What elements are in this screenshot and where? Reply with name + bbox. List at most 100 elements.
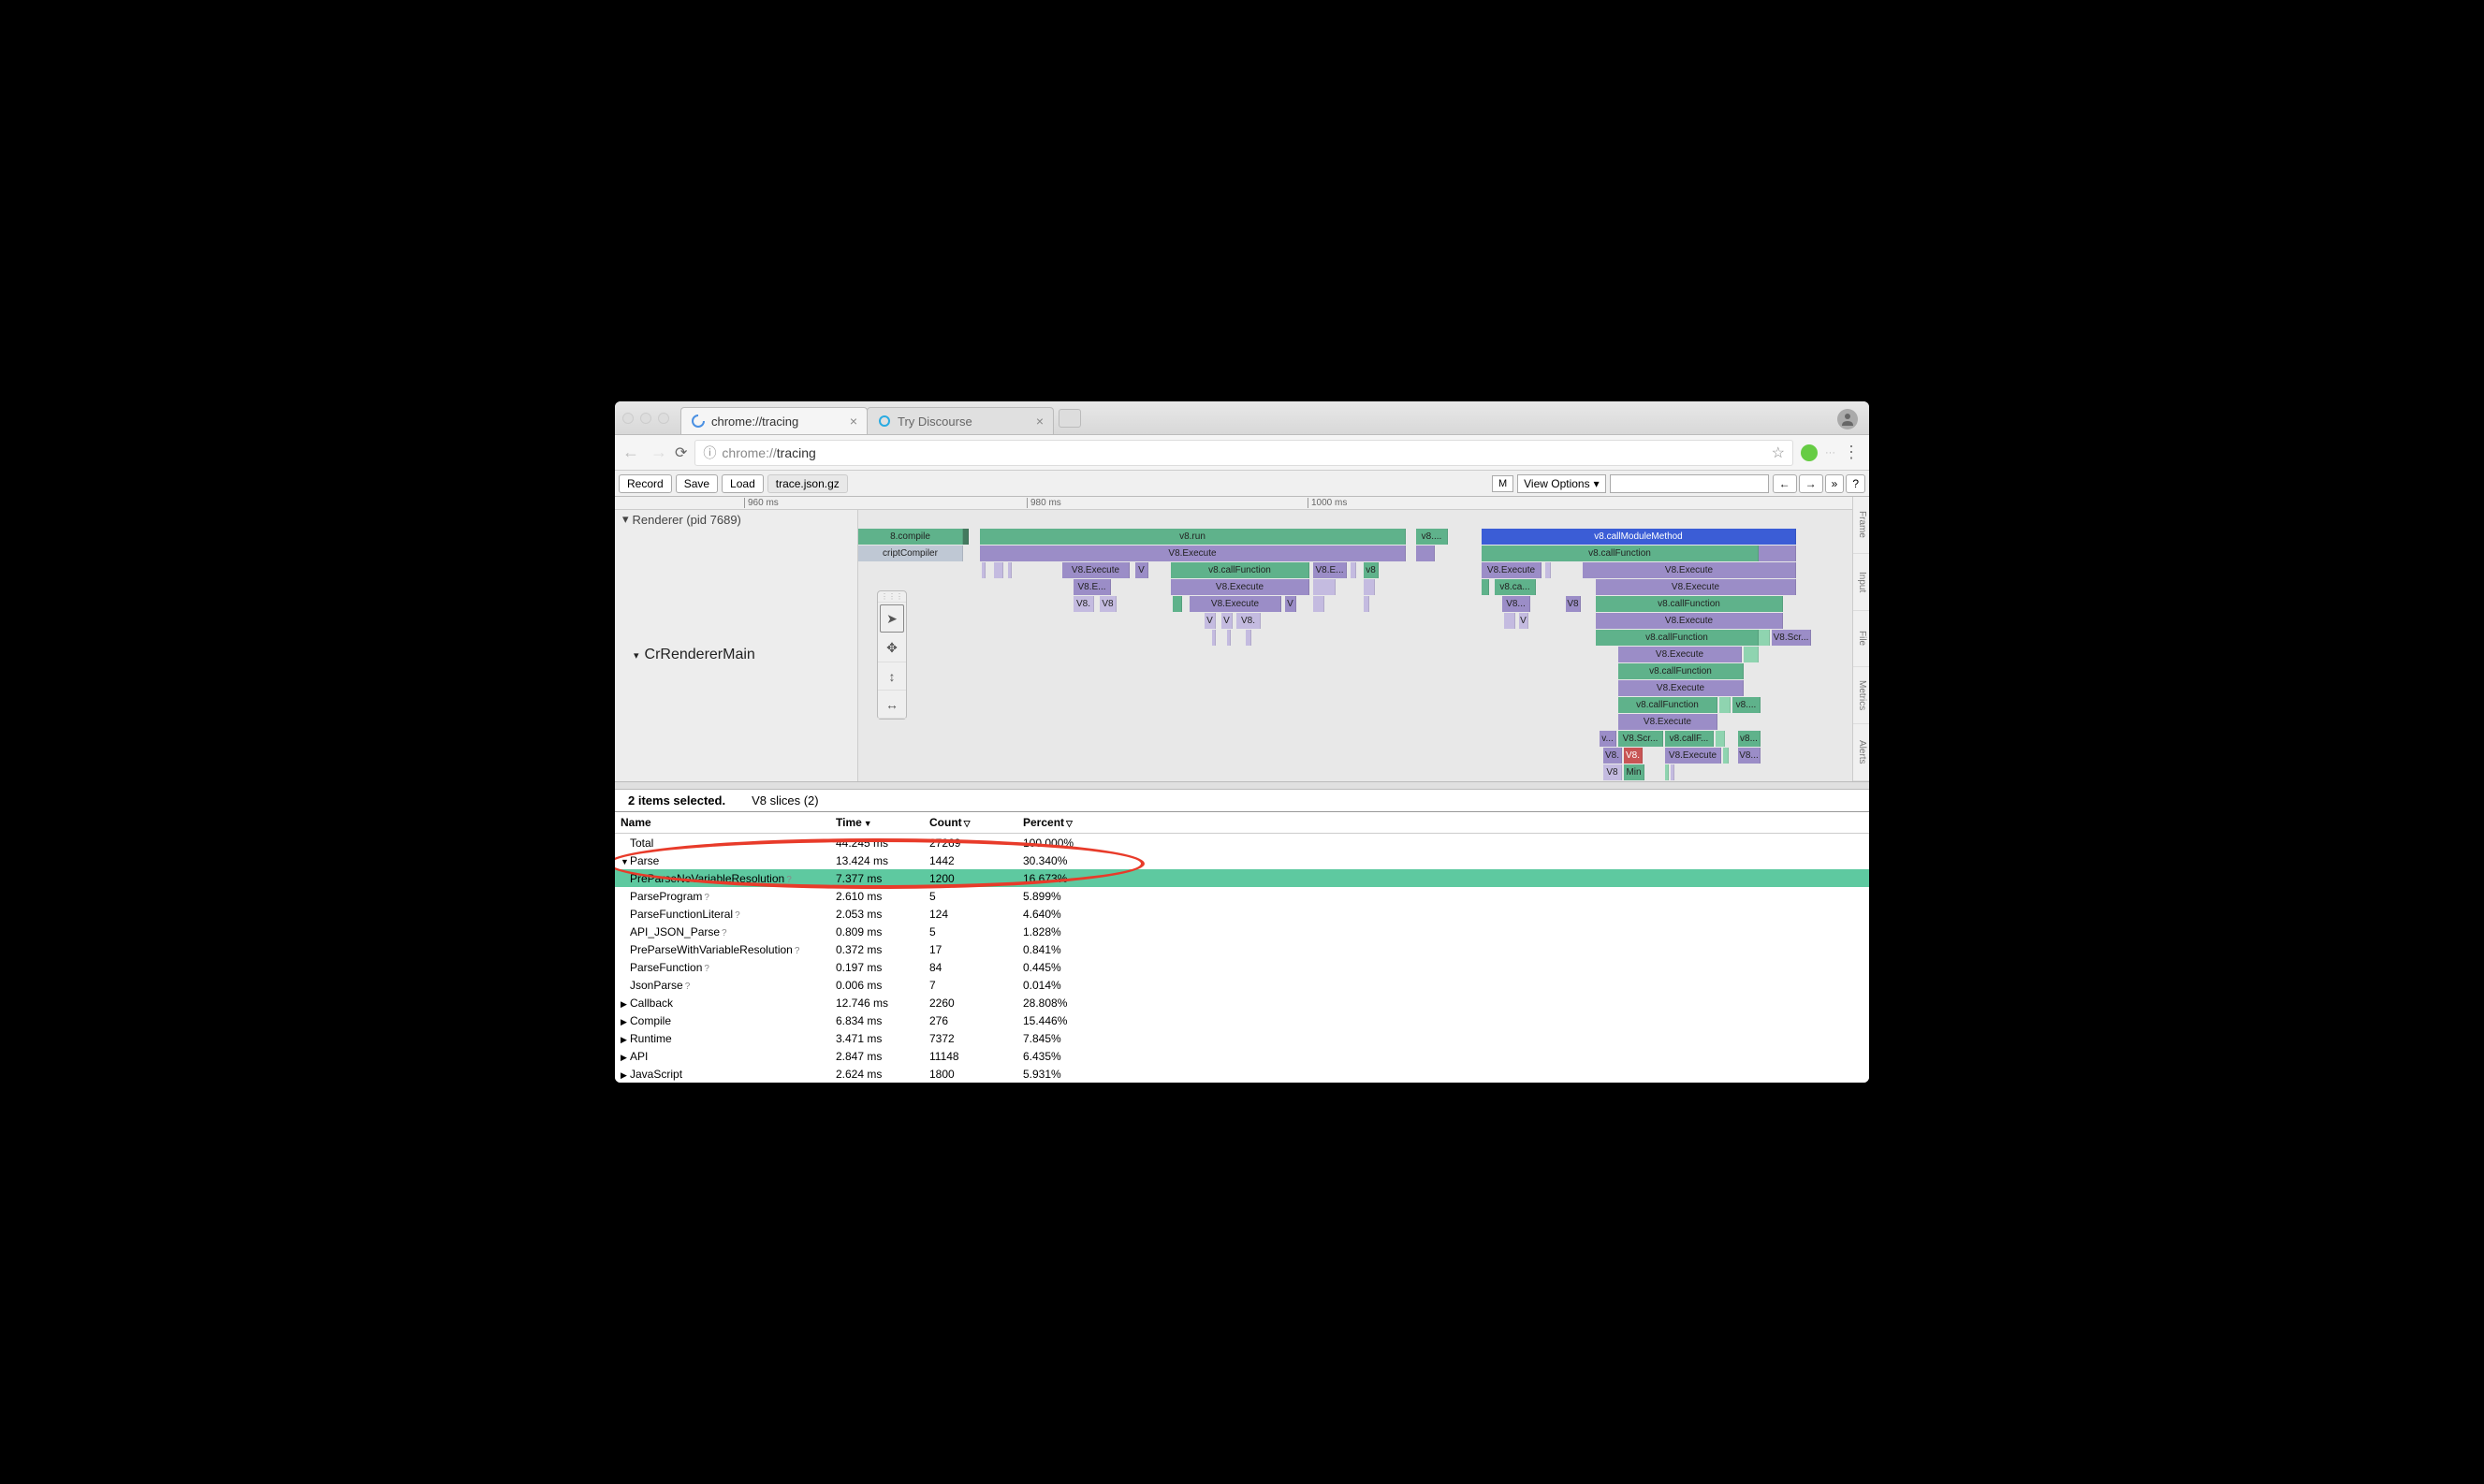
trace-slice[interactable] [982, 562, 986, 578]
trace-slice[interactable] [1482, 579, 1489, 595]
help-icon[interactable]: ? [795, 946, 800, 956]
close-tab-icon[interactable]: × [1036, 414, 1044, 429]
trace-slice[interactable]: V8.Scr... [1618, 731, 1663, 747]
column-name[interactable]: Name [615, 812, 830, 833]
table-row[interactable]: ▶JavaScript2.624 ms18005.931% [615, 1065, 1869, 1083]
trace-slice[interactable]: V8.Execute [1618, 680, 1744, 696]
trace-slice[interactable] [1545, 562, 1551, 578]
trace-slice[interactable]: V8... [1738, 748, 1761, 764]
table-row[interactable]: ParseProgram?2.610 ms55.899% [615, 887, 1869, 905]
grip-icon[interactable]: ⋮⋮⋮ [878, 591, 906, 603]
trace-slice[interactable]: v8.... [1416, 529, 1448, 545]
new-tab-button[interactable] [1059, 409, 1081, 428]
help-icon[interactable]: ? [786, 875, 792, 885]
table-row[interactable]: ParseFunctionLiteral?2.053 ms1244.640% [615, 905, 1869, 923]
record-button[interactable]: Record [619, 474, 672, 493]
process-header[interactable]: ▾ Renderer (pid 7689) [615, 510, 858, 529]
expander-icon[interactable]: ▶ [621, 1017, 630, 1027]
table-row[interactable]: ▼Parse13.424 ms144230.340% [615, 851, 1869, 869]
site-info-icon[interactable]: ⓘ [703, 444, 716, 462]
table-row[interactable]: ▶API2.847 ms111486.435% [615, 1047, 1869, 1065]
trace-slice[interactable] [1246, 630, 1251, 646]
trace-slice[interactable]: Min [1624, 764, 1644, 780]
trace-slice[interactable]: V8.Execute [1062, 562, 1130, 578]
pointer-tool-icon[interactable]: ➤ [880, 604, 904, 633]
save-button[interactable]: Save [676, 474, 718, 493]
browser-menu-icon[interactable]: ⋮ [1843, 443, 1862, 462]
trace-slice[interactable]: V8.E... [1074, 579, 1111, 595]
trace-slice[interactable]: V8 [1566, 596, 1581, 612]
trace-slice[interactable] [1351, 562, 1356, 578]
maximize-window-button[interactable] [658, 413, 669, 424]
trace-slice[interactable] [1313, 596, 1324, 612]
search-next-button[interactable]: → [1799, 474, 1823, 493]
table-row[interactable]: PreParseWithVariableResolution?0.372 ms1… [615, 940, 1869, 958]
m-button[interactable]: M [1492, 475, 1513, 492]
trace-slice[interactable]: v8.callFunction [1596, 630, 1759, 646]
trace-slice[interactable] [1665, 764, 1669, 780]
trace-slice[interactable]: v8.... [1732, 697, 1761, 713]
minimize-window-button[interactable] [640, 413, 651, 424]
table-row[interactable]: PreParseNoVariableResolution?7.377 ms120… [615, 869, 1869, 887]
trace-slice[interactable] [1671, 764, 1674, 780]
trace-slice[interactable] [1759, 546, 1796, 561]
url-input[interactable]: ⓘ chrome://tracing ☆ [694, 440, 1793, 466]
table-row[interactable]: JsonParse?0.006 ms70.014% [615, 976, 1869, 994]
help-icon[interactable]: ? [685, 982, 691, 992]
trace-slice[interactable] [1759, 630, 1770, 646]
trace-slice[interactable] [1719, 697, 1731, 713]
table-row[interactable]: ▶Callback12.746 ms226028.808% [615, 994, 1869, 1011]
trace-slice[interactable]: V8.Execute [1190, 596, 1281, 612]
trace-slice[interactable]: criptCompiler [858, 546, 963, 561]
trace-slice[interactable]: V [1221, 613, 1233, 629]
zoom-vertical-tool-icon[interactable]: ↕ [878, 662, 906, 691]
trace-slice[interactable]: V8.E... [1313, 562, 1347, 578]
trace-slice[interactable]: v... [1600, 731, 1616, 747]
column-percent[interactable]: Percent▽ [1017, 812, 1111, 833]
trace-slice[interactable]: v8.callFunction [1618, 663, 1744, 679]
zoom-horizontal-tool-icon[interactable]: ↔ [878, 691, 906, 719]
flame-graph[interactable]: 8.compile v8.run v8.... v8.callModuleMet… [858, 529, 1869, 781]
help-icon[interactable]: ? [704, 964, 709, 974]
trace-slice[interactable]: V [1519, 613, 1528, 629]
extension-icon[interactable] [1801, 444, 1818, 461]
trace-slice[interactable]: V8.Execute [1665, 748, 1721, 764]
side-tab-file[interactable]: File [1853, 611, 1869, 668]
trace-slice[interactable]: v8.callFunction [1482, 546, 1759, 561]
expander-icon[interactable]: ▶ [621, 999, 630, 1010]
search-prev-button[interactable]: ← [1773, 474, 1797, 493]
trace-slice[interactable] [1364, 596, 1369, 612]
profile-avatar-icon[interactable] [1837, 409, 1858, 429]
column-time[interactable]: Time▼ [830, 812, 924, 833]
side-tab-input[interactable]: Input [1853, 554, 1869, 611]
trace-slice[interactable]: V8.Execute [1482, 562, 1542, 578]
trace-slice[interactable]: v8.ca... [1495, 579, 1536, 595]
search-expand-button[interactable]: » [1825, 474, 1845, 493]
table-row[interactable]: ▶Runtime3.471 ms73727.845% [615, 1029, 1869, 1047]
trace-slice[interactable]: v8.callFunction [1618, 697, 1717, 713]
trace-slice[interactable]: v8.callModuleMethod [1482, 529, 1796, 545]
close-tab-icon[interactable]: × [850, 414, 857, 429]
trace-slice[interactable]: V8. [1624, 748, 1643, 764]
trace-slice[interactable]: v8.callFunction [1596, 596, 1783, 612]
trace-slice[interactable]: v8 [1364, 562, 1379, 578]
trace-slice[interactable]: V8.Execute [1618, 714, 1717, 730]
trace-slice[interactable]: v8... [1738, 731, 1761, 747]
trace-slice[interactable]: V8.Execute [1596, 613, 1783, 629]
table-row[interactable]: ParseFunction?0.197 ms840.445% [615, 958, 1869, 976]
trace-slice[interactable] [1313, 579, 1336, 595]
help-icon[interactable]: ? [704, 893, 709, 903]
expander-icon[interactable]: ▶ [621, 1035, 630, 1045]
trace-slice[interactable] [1723, 748, 1729, 764]
trace-slice[interactable]: V [1205, 613, 1216, 629]
trace-slice[interactable]: v8.callFunction [1171, 562, 1309, 578]
back-button[interactable]: ← [622, 443, 639, 462]
thread-header[interactable]: ▾ CrRendererMain [615, 529, 858, 781]
browser-tab-active[interactable]: chrome://tracing × [680, 407, 868, 434]
side-tab-alerts[interactable]: Alerts [1853, 724, 1869, 781]
trace-slice[interactable]: V8.Execute [1596, 579, 1796, 595]
trace-slice[interactable] [1716, 731, 1725, 747]
expander-icon[interactable]: ▶ [621, 1053, 630, 1063]
table-row[interactable]: Total44.245 ms27269100.000% [615, 834, 1869, 851]
trace-slice[interactable] [1364, 579, 1375, 595]
